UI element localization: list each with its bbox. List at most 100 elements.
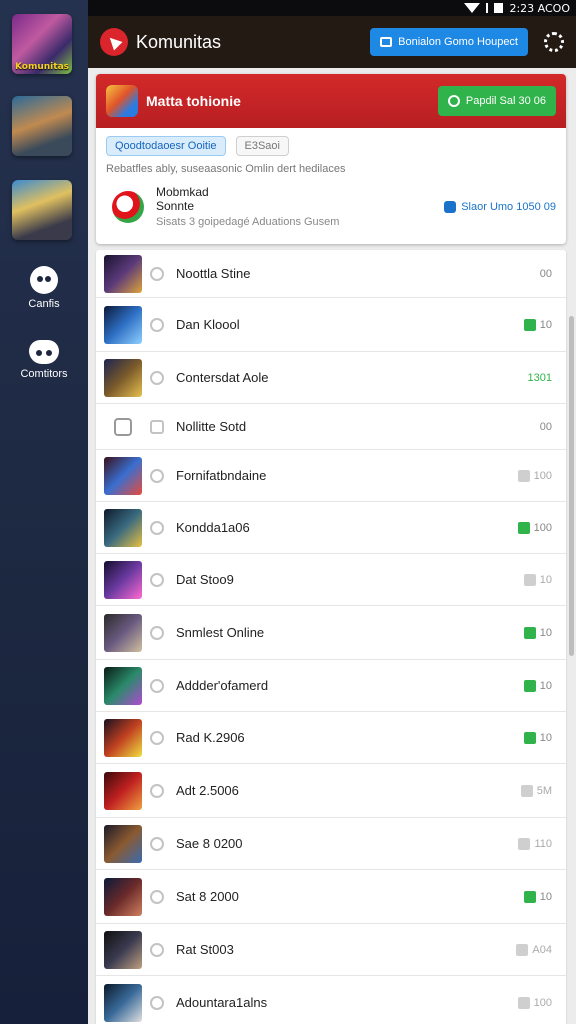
list-item-name: Noottla Stine — [176, 266, 251, 281]
list-item-name: Adountara1alns — [176, 995, 268, 1010]
list-item[interactable]: Dan Kloool 10 — [96, 298, 566, 352]
game-thumbnail — [104, 508, 142, 547]
game-thumbnail — [104, 560, 142, 599]
top-bar: Komunitas Bonialon Gomo Houpect — [88, 16, 576, 68]
signal-icon — [464, 3, 481, 13]
list-item-stat-value: 100 — [533, 469, 552, 482]
gamepad-icon — [30, 266, 58, 294]
list-item[interactable]: Kondda1a06 100 — [96, 502, 566, 554]
sidebar-game-caption: Komunitas — [14, 62, 69, 72]
list-item-stat-value: 10 — [539, 731, 552, 744]
list-item[interactable]: Addder'ofamerd 10 — [96, 660, 566, 712]
community-icon — [29, 340, 59, 364]
list-item-name: Nollitte Sotd — [176, 419, 247, 434]
sidebar-item-label: Comtitors — [20, 368, 68, 380]
chip-category[interactable]: Qoodtodaoesr Ooitie — [106, 136, 226, 156]
list-item[interactable]: Rat St003 A04 — [96, 924, 566, 976]
header-action-button[interactable]: Bonialon Gomo Houpect — [370, 28, 528, 56]
sidebar-item-games[interactable]: Canfis — [0, 266, 88, 310]
select-radio-icon[interactable] — [150, 419, 164, 434]
sidebar-game-1[interactable]: Komunitas — [12, 14, 72, 74]
list-item-stat: 00 — [540, 421, 552, 433]
check-icon — [523, 318, 536, 331]
featured-chips: Qoodtodaoesr Ooitie E3Saoi — [96, 128, 566, 156]
sidebar-game-3[interactable] — [12, 180, 72, 240]
select-radio-icon[interactable] — [150, 572, 164, 587]
game-thumbnail — [104, 408, 142, 446]
list-item[interactable]: Snmlest Online 10 — [96, 606, 566, 660]
list-item-stat: 100 — [517, 521, 552, 534]
settings-gear-icon[interactable] — [544, 32, 564, 52]
status-icon — [518, 837, 531, 850]
featured-description: Rebatfles ably, suseaasonic Omlin dert h… — [106, 163, 346, 175]
select-radio-icon[interactable] — [150, 625, 164, 640]
select-radio-icon[interactable] — [150, 942, 164, 957]
scrollbar[interactable] — [569, 316, 574, 656]
verified-badge[interactable]: Slaor Umo 1050 09 — [444, 200, 556, 213]
list-item[interactable]: Contersdat Aole 1301 — [96, 352, 566, 404]
list-item-name: Addder'ofamerd — [176, 678, 269, 693]
list-item-stat-value: 10 — [539, 626, 552, 639]
check-icon — [517, 521, 530, 534]
select-radio-icon[interactable] — [150, 730, 164, 745]
play-button[interactable]: Papdil Sal 30 06 — [437, 86, 556, 116]
window-icon — [380, 37, 393, 47]
featured-header: Matta tohionie Papdil Sal 30 06 — [96, 74, 566, 128]
list-item-stat-value: 10 — [539, 679, 552, 692]
list-item-stat-value: 1301 — [527, 371, 552, 384]
list-item-stat-value: 10 — [539, 890, 552, 903]
list-item-stat-value: 5M — [536, 784, 552, 797]
select-radio-icon[interactable] — [150, 370, 164, 385]
sidebar-game-2[interactable] — [12, 96, 72, 156]
game-thumbnail — [104, 824, 142, 863]
sidebar-item-community[interactable]: Comtitors — [0, 340, 88, 380]
chip-tag[interactable]: E3Saoi — [235, 136, 289, 156]
list-item[interactable]: Rad K.2906 10 — [96, 712, 566, 764]
list-item-stat-value: 100 — [533, 996, 552, 1009]
select-radio-icon[interactable] — [150, 468, 164, 483]
profile-name-line-1: Mobmkad — [156, 185, 209, 199]
list-item[interactable]: Sae 8 0200 110 — [96, 818, 566, 870]
list-item-stat: A04 — [516, 943, 552, 956]
header-action-label: Bonialon Gomo Houpect — [398, 36, 518, 48]
profile-name-line-2: Sonnte — [156, 199, 195, 213]
select-radio-icon[interactable] — [150, 836, 164, 851]
select-radio-icon[interactable] — [150, 317, 164, 332]
status-icon — [520, 784, 533, 797]
featured-profile: Mobmkad Sonnte Sisats 3 goipedagé Aduati… — [96, 175, 566, 228]
select-radio-icon[interactable] — [150, 783, 164, 798]
game-thumbnail — [104, 718, 142, 757]
game-thumbnail — [104, 930, 142, 969]
list-item-name: Kondda1a06 — [176, 520, 250, 535]
select-radio-icon[interactable] — [150, 995, 164, 1010]
game-thumbnail — [104, 305, 142, 344]
select-radio-icon[interactable] — [150, 889, 164, 904]
status-icon — [517, 469, 530, 482]
mascot-avatar — [112, 190, 144, 223]
status-time: 2:23 ACOO — [509, 1, 570, 15]
signal-bars-icon — [486, 3, 489, 13]
featured-game-icon — [106, 85, 138, 117]
battery-icon — [494, 3, 504, 13]
verified-label: Slaor Umo 1050 09 — [461, 200, 556, 213]
list-item-name: Fornifatbndaine — [176, 468, 267, 483]
list-item[interactable]: Nollitte Sotd 00 — [96, 404, 566, 450]
select-radio-icon[interactable] — [150, 266, 164, 281]
list-item[interactable]: Adt 2.5006 5M — [96, 764, 566, 818]
app-logo-icon — [100, 28, 128, 56]
list-item-stat: 00 — [540, 268, 552, 280]
list-item-stat-value: A04 — [532, 943, 552, 956]
list-item[interactable]: Sat 8 2000 10 — [96, 870, 566, 924]
select-radio-icon[interactable] — [150, 520, 164, 535]
list-item[interactable]: Fornifatbndaine 100 — [96, 450, 566, 502]
select-radio-icon[interactable] — [150, 678, 164, 693]
list-item[interactable]: Noottla Stine 00 — [96, 250, 566, 298]
list-item[interactable]: Dat Stoo9 10 — [96, 554, 566, 606]
list-item-name: Dan Kloool — [176, 317, 240, 332]
game-thumbnail — [104, 613, 142, 652]
status-bar: 2:23 ACOO — [88, 0, 576, 16]
sidebar-item-label: Canfis — [28, 298, 60, 310]
game-thumbnail — [104, 771, 142, 810]
list-item-stat: 110 — [518, 837, 552, 850]
list-item[interactable]: Adountara1alns 100 — [96, 976, 566, 1024]
